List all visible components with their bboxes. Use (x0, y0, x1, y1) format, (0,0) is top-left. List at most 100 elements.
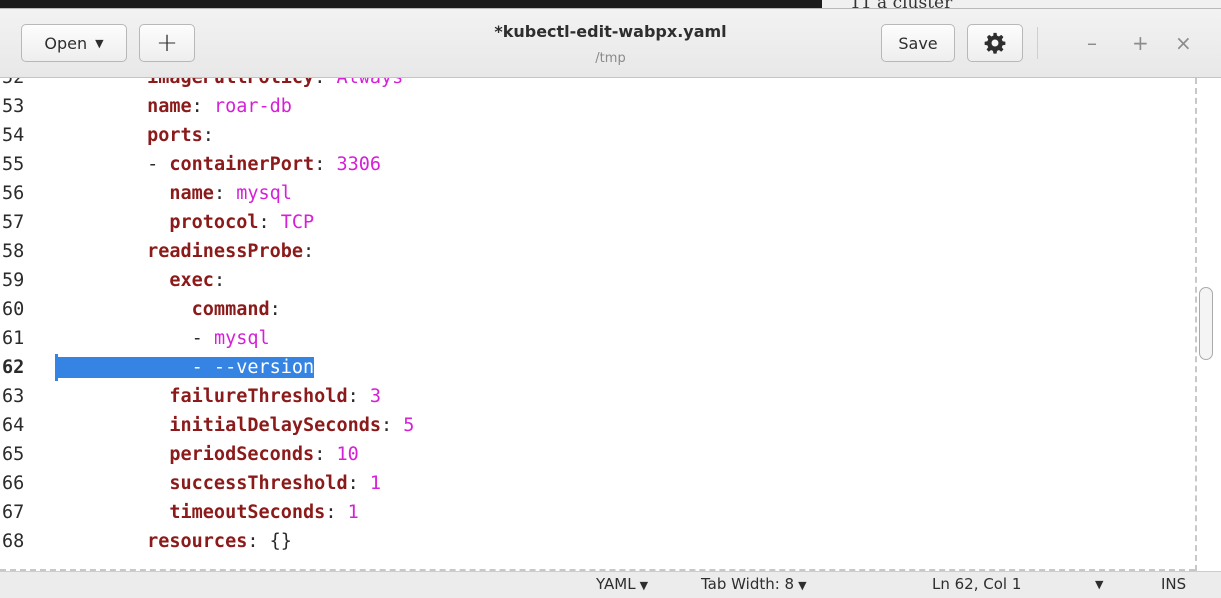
yaml-key: command (58, 299, 270, 320)
yaml-punctuation: : (258, 212, 281, 233)
chevron-down-icon: ▼ (95, 36, 104, 50)
line-code: exec: (58, 266, 225, 295)
editor-line[interactable]: 63 failureThreshold: 3 (0, 382, 1195, 411)
editor-line[interactable]: 54 ports: (0, 121, 1195, 150)
yaml-key: failureThreshold (58, 386, 348, 407)
editor-line[interactable]: 68 resources: {} (0, 527, 1195, 556)
yaml-punctuation: - (58, 154, 170, 175)
yaml-punctuation: : {} (247, 531, 292, 552)
open-button-label: Open (44, 33, 88, 53)
save-button-label: Save (898, 33, 938, 53)
vertical-scrollbar[interactable] (1199, 287, 1213, 360)
line-number: 56 (2, 183, 25, 204)
yaml-key: containerPort (169, 154, 315, 175)
yaml-key: readinessProbe (58, 241, 304, 262)
editor-line[interactable]: 59 exec: (0, 266, 1195, 295)
line-code: ports: (58, 121, 214, 150)
header-separator (1037, 27, 1038, 59)
line-number: 64 (2, 415, 25, 436)
line-number: 54 (2, 125, 25, 146)
yaml-value: roar-db (213, 96, 292, 117)
line-code: protocol: TCP (58, 208, 314, 237)
language-label: YAML (596, 575, 636, 593)
line-code: readinessProbe: (58, 237, 314, 266)
line-number: 55 (2, 154, 25, 175)
yaml-punctuation: : (303, 241, 315, 262)
line-number: 59 (2, 270, 25, 291)
line-number: 68 (2, 531, 25, 552)
menu-button[interactable] (967, 24, 1023, 62)
editor-line[interactable]: 58 readinessProbe: (0, 237, 1195, 266)
cursor-position[interactable]: Ln 62, Col 1 (932, 575, 1021, 593)
line-code: resources: {} (58, 527, 292, 556)
code-editor[interactable]: 52 imagePullPolicy: Always53 name: roar-… (0, 78, 1221, 571)
yaml-punctuation: : (314, 78, 336, 88)
selected-text: - --version (58, 357, 315, 378)
yaml-punctuation: : (202, 125, 214, 146)
line-number: 58 (2, 241, 25, 262)
gear-icon (984, 32, 1006, 54)
line-number: 65 (2, 444, 25, 465)
editor-line[interactable]: 56 name: mysql (0, 179, 1195, 208)
maximize-button[interactable]: + (1132, 31, 1149, 55)
line-number: 53 (2, 96, 25, 117)
line-code: periodSeconds: 10 (58, 440, 358, 469)
save-button[interactable]: Save (881, 24, 955, 62)
line-code: command: (58, 295, 281, 324)
yaml-punctuation: : (347, 473, 370, 494)
line-number: 66 (2, 473, 25, 494)
editor-line[interactable]: 60 command: (0, 295, 1195, 324)
yaml-punctuation: : (314, 444, 337, 465)
tab-width-label: Tab Width: 8 (701, 575, 795, 593)
yaml-punctuation: : (213, 270, 226, 291)
editor-line[interactable]: 65 periodSeconds: 10 (0, 440, 1195, 469)
line-code: - containerPort: 3306 (58, 150, 381, 179)
line-code: successThreshold: 1 (58, 469, 381, 498)
line-number: 61 (2, 328, 25, 349)
yaml-key: resources (58, 531, 248, 552)
line-code: failureThreshold: 3 (58, 382, 381, 411)
yaml-punctuation: - (58, 328, 214, 349)
editor-line[interactable]: 66 successThreshold: 1 (0, 469, 1195, 498)
yaml-value: mysql (213, 328, 270, 349)
editor-line[interactable]: 61 - mysql (0, 324, 1195, 353)
line-code: timeoutSeconds: 1 (58, 498, 358, 527)
line-number: 57 (2, 212, 25, 233)
line-number: 60 (2, 299, 25, 320)
editor-line[interactable]: 52 imagePullPolicy: Always (0, 78, 1195, 92)
yaml-value: 3306 (336, 154, 382, 175)
editor-line[interactable]: 67 timeoutSeconds: 1 (0, 498, 1195, 527)
open-button[interactable]: Open ▼ (21, 24, 127, 62)
yaml-key: protocol (58, 212, 259, 233)
status-bar: YAML ▼ Tab Width: 8 ▼ Ln 62, Col 1 ▼ INS (0, 571, 1221, 598)
yaml-key: exec (58, 270, 214, 291)
yaml-key: name (58, 183, 214, 204)
new-tab-button[interactable]: + (139, 24, 195, 62)
minimize-button[interactable]: – (1087, 31, 1097, 55)
yaml-key: imagePullPolicy (58, 78, 314, 88)
yaml-key: periodSeconds (58, 444, 315, 465)
editor-line[interactable]: 53 name: roar-db (0, 92, 1195, 121)
line-number: 52 (2, 78, 24, 92)
line-number: 62 (2, 357, 25, 378)
chevron-down-icon: ▼ (798, 579, 807, 592)
yaml-punctuation: : (347, 386, 370, 407)
close-button[interactable]: × (1175, 31, 1192, 55)
plus-icon: + (156, 28, 178, 58)
yaml-value: 1 (369, 473, 382, 494)
text-editor-window: Open ▼ + *kubectl-edit-wabpx.yaml /tmp S… (0, 8, 1221, 598)
editor-line[interactable]: 55 - containerPort: 3306 (0, 150, 1195, 179)
yaml-key: ports (58, 125, 203, 146)
tab-width-selector[interactable]: Tab Width: 8 ▼ (701, 575, 807, 593)
editor-line[interactable]: 62 - --version (0, 353, 1195, 382)
editor-line[interactable]: 57 protocol: TCP (0, 208, 1195, 237)
position-dropdown-icon[interactable]: ▼ (1095, 578, 1103, 591)
yaml-value: mysql (236, 183, 292, 204)
chevron-down-icon: ▼ (639, 579, 649, 592)
insert-mode-indicator: INS (1161, 575, 1187, 593)
yaml-value: 3 (369, 386, 382, 407)
line-code: name: roar-db (58, 92, 292, 121)
language-selector[interactable]: YAML ▼ (596, 575, 648, 593)
editor-line[interactable]: 64 initialDelaySeconds: 5 (0, 411, 1195, 440)
line-number: 67 (2, 502, 25, 523)
